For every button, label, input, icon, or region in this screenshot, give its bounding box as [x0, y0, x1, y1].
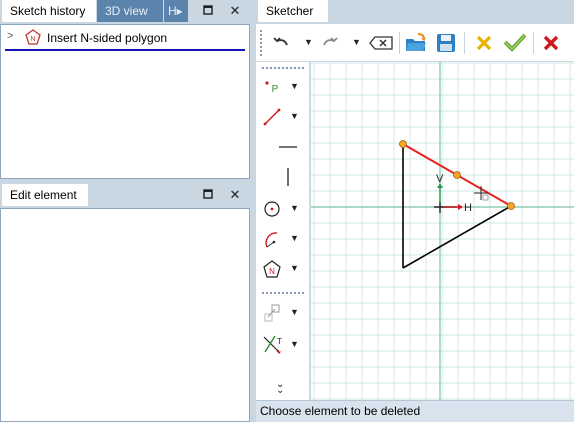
- arc-tool[interactable]: ▼: [260, 228, 300, 250]
- line-icon: [260, 106, 284, 128]
- sketch-canvas[interactable]: VH: [311, 62, 574, 400]
- line-tool[interactable]: ▼: [260, 106, 300, 128]
- point-icon-glyph: P: [272, 84, 279, 95]
- sketcher-toolbar: ▼ ▼: [256, 24, 574, 62]
- open-folder-icon[interactable]: [404, 31, 428, 55]
- tool-strip-separator: [262, 292, 304, 296]
- cursor-box: [482, 194, 489, 201]
- toolbar-grip: [260, 30, 265, 56]
- chevron-down-icon[interactable]: ▼: [290, 233, 299, 243]
- tab-overflow[interactable]: H▸: [164, 0, 188, 22]
- vertex-point: [453, 171, 461, 179]
- toolbar-separator: [464, 32, 465, 54]
- tab-sketcher[interactable]: Sketcher: [258, 0, 328, 22]
- close-icon[interactable]: ✕: [226, 2, 244, 20]
- vertical-line-icon: [276, 166, 300, 188]
- accept-check-icon[interactable]: [502, 31, 528, 53]
- horizontal-line-tool[interactable]: [260, 136, 300, 158]
- status-bar: Choose element to be deleted: [256, 400, 574, 422]
- sketch-canvas-svg[interactable]: VH: [311, 62, 574, 400]
- edit-element-panel: [0, 208, 250, 422]
- toolbar-separator: [533, 32, 534, 54]
- more-tools-icon[interactable]: ⌄ ⌄: [276, 380, 284, 396]
- toolbar-separator: [399, 32, 400, 54]
- sketch-tool-strip: P ▼ ▼ ▼ ▼ N ▼ ▼ T + ▼ ⌄ ⌄: [256, 62, 310, 400]
- status-text: Choose element to be deleted: [260, 404, 421, 418]
- chevron-right-icon[interactable]: >: [7, 30, 13, 42]
- undo-dropdown-icon[interactable]: ▼: [304, 37, 313, 47]
- tab-overflow-label: H: [168, 4, 177, 18]
- delete-backspace-icon[interactable]: [368, 32, 394, 54]
- vertical-line-tool[interactable]: [260, 166, 300, 188]
- svg-text:+: +: [276, 347, 281, 356]
- vertex-point: [507, 202, 515, 210]
- trim-icon-glyph: T: [277, 337, 282, 346]
- horizontal-line-icon: [276, 136, 300, 158]
- history-item[interactable]: > N Insert N-sided polygon: [5, 27, 245, 51]
- trim-icon: T +: [260, 334, 284, 356]
- polygon-n-icon: N: [25, 29, 41, 48]
- chevron-down-icon[interactable]: ▼: [290, 111, 299, 121]
- chevron-down-icon[interactable]: ▼: [290, 263, 299, 273]
- point-icon: P: [260, 76, 284, 98]
- polygon-edge: [402, 205, 512, 269]
- close-icon[interactable]: ✕: [226, 186, 244, 204]
- polygon-tool[interactable]: N ▼: [260, 258, 300, 280]
- chevron-down-icon[interactable]: ▼: [290, 307, 299, 317]
- chevron-down-icon[interactable]: ▼: [290, 339, 299, 349]
- tab-edit-element[interactable]: Edit element: [2, 184, 88, 206]
- transform-tool[interactable]: ▼: [260, 302, 300, 324]
- save-icon[interactable]: [434, 31, 458, 55]
- tab-3d-view[interactable]: 3D view: [97, 0, 163, 22]
- sketcher-tabbar: Sketcher: [256, 0, 574, 24]
- circle-icon: [260, 198, 284, 220]
- h-axis-arrowhead: [458, 204, 463, 210]
- restore-icon[interactable]: [199, 2, 217, 20]
- polygon-icon-glyph: N: [269, 267, 275, 276]
- chevron-down-icon[interactable]: ▼: [290, 203, 299, 213]
- restore-icon[interactable]: [199, 186, 217, 204]
- chevron-down-icon[interactable]: ▼: [290, 81, 299, 91]
- trim-tool[interactable]: T + ▼: [260, 334, 300, 356]
- tab-sketch-history[interactable]: Sketch history: [2, 0, 96, 22]
- left-bottom-tabbar: Edit element ✕: [0, 184, 250, 208]
- vertex-point: [399, 140, 407, 148]
- sketch-history-panel: > N Insert N-sided polygon: [0, 24, 250, 179]
- svg-text:N: N: [30, 36, 35, 43]
- circle-tool[interactable]: ▼: [260, 198, 300, 220]
- cancel-x-icon[interactable]: [473, 32, 495, 54]
- history-item-label: Insert N-sided polygon: [47, 31, 168, 45]
- undo-icon[interactable]: [270, 32, 292, 54]
- axis-h-label: H: [464, 202, 472, 214]
- redo-icon[interactable]: [319, 32, 341, 54]
- left-top-tabbar: Sketch history 3D view H▸ ✕: [0, 0, 250, 24]
- close-x-icon[interactable]: [540, 32, 562, 54]
- arc-icon: [260, 228, 284, 250]
- transform-icon: [260, 302, 284, 324]
- tool-strip-grip: [262, 67, 304, 71]
- redo-dropdown-icon[interactable]: ▼: [352, 37, 361, 47]
- point-tool[interactable]: P ▼: [260, 76, 300, 98]
- axis-v-label: V: [436, 173, 444, 185]
- polygon-icon: N: [260, 258, 284, 280]
